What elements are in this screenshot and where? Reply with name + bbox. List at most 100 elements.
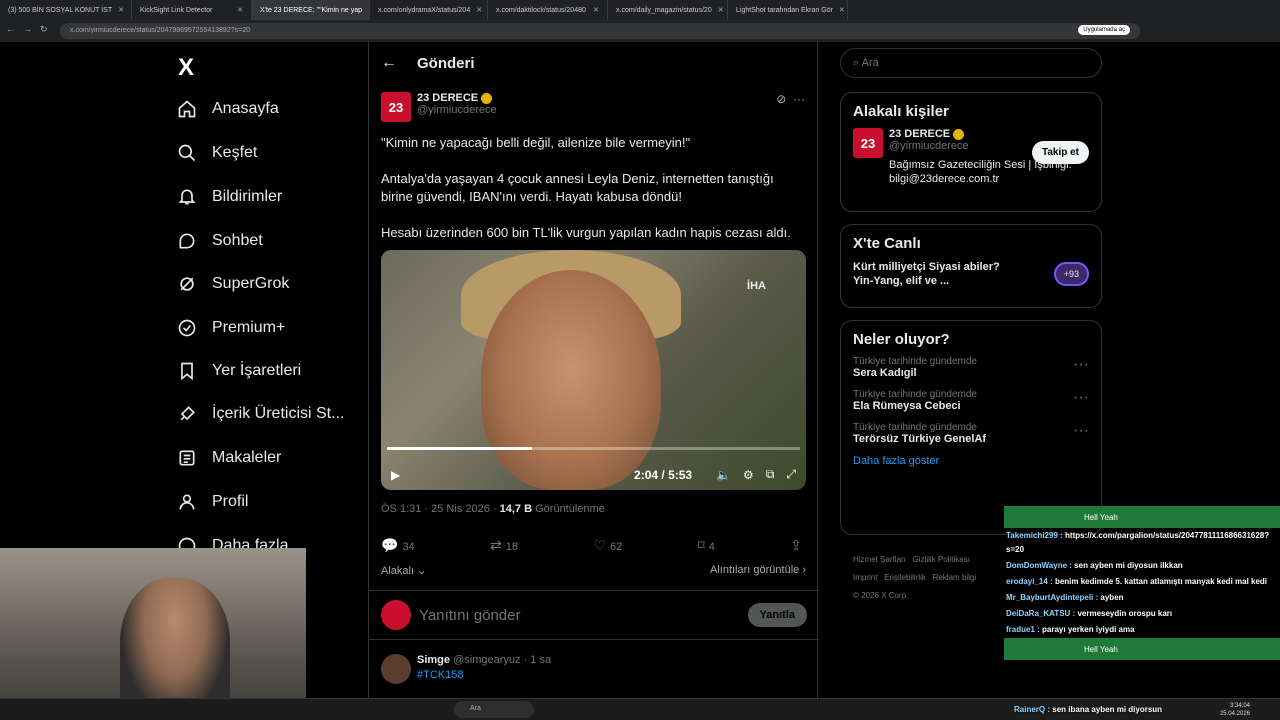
card-title: Neler oluyor? bbox=[853, 331, 950, 348]
page-title: Gönderi bbox=[417, 54, 475, 72]
close-icon[interactable]: ✕ bbox=[112, 6, 124, 14]
sidebar-item-chat[interactable]: Sohbet bbox=[176, 226, 263, 256]
post-timestamp[interactable]: ÖS 1:31 · 25 Nis 2026 · bbox=[381, 503, 497, 515]
trend-item[interactable]: Türkiye tarihinde gündemde Terörsüz Türki… bbox=[853, 422, 1089, 445]
reply-button[interactable]: 💬 34 bbox=[381, 537, 415, 554]
reply-submit-button[interactable]: Yanıtla bbox=[747, 603, 807, 627]
author-handle[interactable]: @yirmiucderece bbox=[417, 104, 497, 116]
view-quotes-label: Alıntıları görüntüle bbox=[709, 564, 800, 576]
footer-link[interactable]: Imprint bbox=[853, 573, 877, 582]
tab-1[interactable]: KickSight Link Detector ✕ bbox=[132, 0, 252, 20]
sidebar-item-articles[interactable]: Makaleler bbox=[176, 443, 281, 473]
more-options-icon[interactable]: ··· bbox=[1073, 389, 1089, 407]
reply-count: 34 bbox=[402, 541, 415, 553]
sidebar-item-creator-studio[interactable]: İçerik Üreticisi St... bbox=[176, 399, 344, 429]
footer-link[interactable]: Reklam bilgi bbox=[933, 573, 977, 582]
taskbar-search[interactable]: Ara bbox=[454, 701, 534, 718]
view-quotes-link[interactable]: Alıntıları görüntüle › bbox=[710, 564, 806, 577]
author-name[interactable]: 23 DERECE bbox=[417, 92, 478, 104]
open-in-app-button[interactable]: Uygulamada aç bbox=[1078, 25, 1130, 35]
close-icon[interactable]: ✕ bbox=[470, 6, 482, 14]
footer-link[interactable]: Erişilebilirlik bbox=[884, 573, 926, 582]
related-name[interactable]: 23 DERECE bbox=[889, 128, 950, 140]
bookmark-count: 4 bbox=[708, 541, 715, 553]
chat-text: benim kedimde 5. kattan atlamıştı manyak… bbox=[1054, 577, 1268, 586]
more-options-icon[interactable]: ··· bbox=[1073, 422, 1089, 440]
bookmark-button[interactable]: ⌑ 4 bbox=[698, 537, 715, 554]
sidebar-item-notifications[interactable]: Bildirimler bbox=[176, 182, 282, 212]
close-icon[interactable]: ✕ bbox=[362, 6, 369, 14]
show-more-link[interactable]: Daha fazla göster bbox=[853, 455, 1089, 467]
chat-message: DeiDaRa_KATSU : vermeseydin orospu karı bbox=[1004, 606, 1280, 622]
post-menu: ⊘ ··· bbox=[776, 92, 805, 106]
close-icon[interactable]: ✕ bbox=[231, 6, 243, 14]
volume-icon[interactable]: 🔈 bbox=[716, 468, 731, 482]
webcam-overlay bbox=[0, 548, 306, 720]
repost-icon: ⇄ bbox=[490, 537, 502, 553]
sidebar-item-label: Bildirimler bbox=[212, 188, 283, 205]
like-button[interactable]: ♡ 62 bbox=[593, 537, 622, 554]
tab-3[interactable]: x.com/onlydramaX/status/204 ✕ bbox=[370, 0, 488, 20]
footer-link[interactable]: Gizlilik Politikası bbox=[913, 555, 970, 564]
tab-2[interactable]: X'te 23 DERECE: ""Kimin ne yap✕ bbox=[252, 0, 370, 20]
card-title: Alakalı kişiler bbox=[853, 103, 949, 120]
heart-icon: ♡ bbox=[593, 537, 606, 553]
video-progress-bar[interactable] bbox=[387, 447, 800, 450]
tab-label: x.com/daily_magazin/status/20 bbox=[616, 6, 712, 14]
tab-4[interactable]: x.com/daktilock/status/20480 ✕ bbox=[488, 0, 608, 20]
nav-buttons[interactable]: ←→↻ bbox=[6, 24, 56, 35]
repost-button[interactable]: ⇄ 18 bbox=[490, 537, 518, 554]
address-bar[interactable]: x.com/yirmiucderece/status/2047986957255… bbox=[60, 23, 1140, 39]
tab-label: (3) 500 BİN SOSYAL KONUT İST bbox=[8, 6, 113, 14]
trends-card: Neler oluyor? Türkiye tarihinde gündemde… bbox=[840, 320, 1102, 535]
more-options-icon[interactable]: ··· bbox=[793, 92, 805, 106]
tab-5[interactable]: x.com/daily_magazin/status/20 ✕ bbox=[608, 0, 728, 20]
chat-user: DomDomWayne : bbox=[1006, 561, 1072, 570]
tab-6[interactable]: LightShot tarafından Ekran Gör ✕ bbox=[728, 0, 848, 20]
close-icon[interactable]: ✕ bbox=[712, 6, 724, 14]
more-options-icon[interactable]: ··· bbox=[1073, 356, 1089, 374]
stream-chat-overlay: Hell Yeah Takemichi299 : https://x.com/p… bbox=[1004, 506, 1280, 720]
fullscreen-icon[interactable]: ⤢ bbox=[786, 467, 796, 482]
sidebar-item-profile[interactable]: Profil bbox=[176, 487, 248, 517]
search-input[interactable]: ⌕ Ara bbox=[840, 48, 1102, 78]
close-icon[interactable]: ✕ bbox=[587, 6, 599, 14]
avatar[interactable]: 23 bbox=[853, 128, 883, 158]
trend-item[interactable]: Türkiye tarihinde gündemde Ela Rümeysa Ce… bbox=[853, 389, 1089, 412]
sidebar-item-label: SuperGrok bbox=[212, 275, 290, 292]
close-icon[interactable]: ✕ bbox=[833, 6, 845, 14]
related-dropdown[interactable]: Alakalı ⌄ bbox=[381, 564, 426, 577]
footer-link[interactable]: Hizmet Şartları bbox=[853, 555, 906, 564]
play-icon[interactable]: ▶ bbox=[391, 468, 400, 482]
avatar[interactable] bbox=[381, 654, 411, 684]
hashtag-link[interactable]: #TCK158 bbox=[417, 669, 551, 681]
sidebar-item-home[interactable]: Anasayfa bbox=[176, 94, 279, 124]
settings-icon[interactable]: ⚙ bbox=[743, 468, 754, 482]
video-player[interactable]: İHA ▶ 2:04 / 5:53 🔈 ⚙ ⧉ ⤢ bbox=[381, 250, 806, 490]
sidebar-item-label: Keşfet bbox=[212, 144, 258, 161]
sidebar-item-explore[interactable]: Keşfet bbox=[176, 138, 257, 168]
author-name[interactable]: Simge bbox=[417, 654, 450, 666]
grok-icon[interactable]: ⊘ bbox=[776, 92, 786, 106]
author-handle[interactable]: @simgearyuz bbox=[453, 654, 520, 666]
sidebar-item-premium[interactable]: Premium+ bbox=[176, 313, 285, 343]
video-frame-face bbox=[481, 270, 661, 490]
related-row: Alakalı ⌄ Alıntıları görüntüle › bbox=[381, 564, 806, 577]
sidebar-item-bookmarks[interactable]: Yer İşaretleri bbox=[176, 356, 301, 386]
live-item[interactable]: Kürt milliyetçi Siyasi abiler?Yin-Yang, … bbox=[853, 260, 1089, 288]
pip-icon[interactable]: ⧉ bbox=[766, 467, 775, 482]
tab-label: LightShot tarafından Ekran Gör bbox=[736, 6, 833, 14]
follow-button[interactable]: Takip et bbox=[1031, 141, 1089, 164]
post-author[interactable]: 23 23 DERECE @yirmiucderece bbox=[381, 92, 497, 122]
tab-0[interactable]: (3) 500 BİN SOSYAL KONUT İST ✕ bbox=[0, 0, 132, 20]
chat-text: ayben bbox=[1100, 593, 1124, 602]
trend-item[interactable]: Türkiye tarihinde gündemde Sera Kadıgil ··… bbox=[853, 356, 1089, 379]
back-arrow-icon[interactable]: ← bbox=[381, 54, 397, 72]
reply-input[interactable]: Yanıtını gönder bbox=[419, 607, 520, 624]
reply-icon: 💬 bbox=[381, 537, 399, 553]
reply-post[interactable]: Simge @simgearyuz · 1 sa #TCK158 bbox=[381, 654, 551, 684]
share-button[interactable]: ⇪ bbox=[790, 537, 806, 554]
avatar[interactable]: 23 bbox=[381, 92, 411, 122]
x-logo-icon[interactable]: X bbox=[178, 54, 194, 82]
sidebar-item-supergrok[interactable]: SuperGrok bbox=[176, 269, 289, 299]
